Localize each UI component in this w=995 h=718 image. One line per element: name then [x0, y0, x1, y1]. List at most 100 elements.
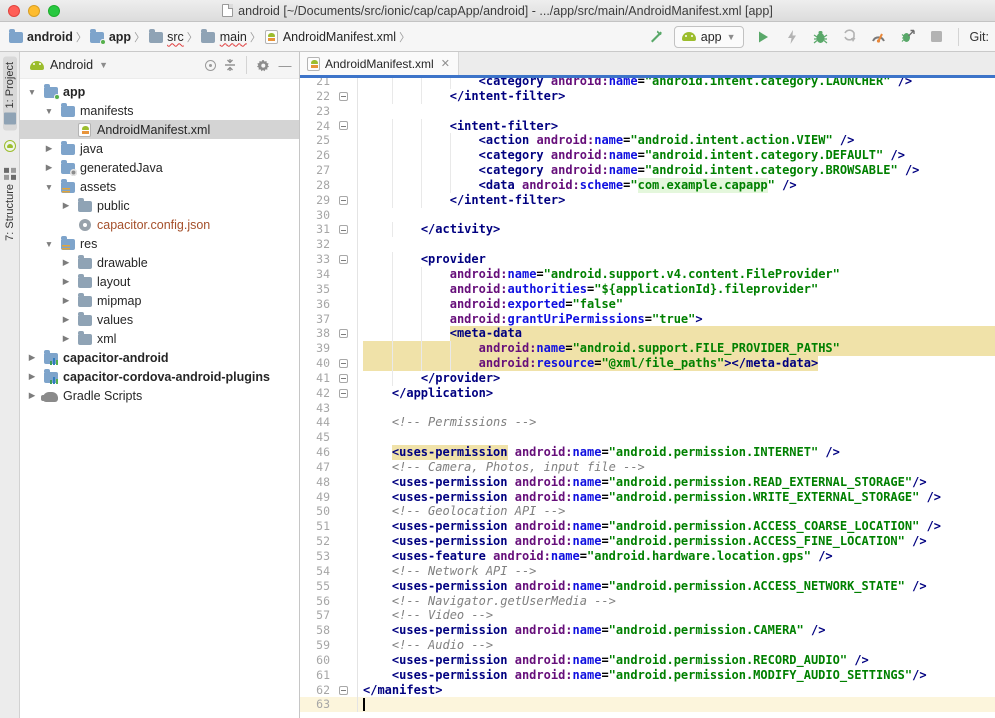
gutter[interactable]: 56 — [300, 594, 358, 609]
gutter[interactable]: 21 — [300, 78, 358, 89]
chevron-collapsed-icon[interactable]: ▶ — [60, 200, 72, 211]
code-line-26[interactable]: 26 <category android:name="android.inten… — [300, 148, 995, 163]
gutter[interactable]: 45 — [300, 430, 358, 445]
chevron-collapsed-icon[interactable]: ▶ — [26, 352, 38, 363]
code-line-38[interactable]: 38 <meta-data — [300, 326, 995, 341]
code-line-61[interactable]: 61 <uses-permission android:name="androi… — [300, 668, 995, 683]
gutter[interactable]: 30 — [300, 208, 358, 223]
project-view-selector[interactable]: Android — [50, 58, 93, 72]
code-line-55[interactable]: 55 <uses-permission android:name="androi… — [300, 579, 995, 594]
android-resource-tool-icon[interactable] — [4, 140, 16, 152]
gutter[interactable]: 22 — [300, 89, 358, 104]
tool-button-project[interactable]: 1: Project — [3, 56, 17, 130]
fold-marker-icon[interactable] — [339, 255, 348, 264]
code-line-22[interactable]: 22 </intent-filter> — [300, 89, 995, 104]
tree-item-capacitor-android[interactable]: ▶capacitor-android — [20, 348, 299, 367]
stop-button[interactable] — [927, 27, 947, 47]
breadcrumb-item-src[interactable]: src — [148, 30, 184, 44]
fold-marker-icon[interactable] — [339, 374, 348, 383]
gutter[interactable]: 48 — [300, 475, 358, 490]
code-line-46[interactable]: 46 <uses-permission android:name="androi… — [300, 445, 995, 460]
chevron-collapsed-icon[interactable]: ▶ — [60, 257, 72, 268]
code-editor[interactable]: 21 <category android:name="android.inten… — [300, 78, 995, 718]
gutter[interactable]: 55 — [300, 579, 358, 594]
tree-item-generatedjava[interactable]: ▶generatedJava — [20, 158, 299, 177]
gutter[interactable]: 62 — [300, 683, 358, 698]
fold-marker-icon[interactable] — [339, 196, 348, 205]
fold-marker-icon[interactable] — [339, 92, 348, 101]
chevron-collapsed-icon[interactable]: ▶ — [60, 276, 72, 287]
code-line-37[interactable]: 37 android:grantUriPermissions="true"> — [300, 312, 995, 327]
chevron-collapsed-icon[interactable]: ▶ — [43, 143, 55, 154]
gutter[interactable]: 59 — [300, 638, 358, 653]
code-line-44[interactable]: 44 <!-- Permissions --> — [300, 415, 995, 430]
code-line-30[interactable]: 30 — [300, 208, 995, 223]
code-line-32[interactable]: 32 — [300, 237, 995, 252]
code-line-35[interactable]: 35 android:authorities="${applicationId}… — [300, 282, 995, 297]
gutter[interactable]: 34 — [300, 267, 358, 282]
gutter[interactable]: 36 — [300, 297, 358, 312]
code-line-45[interactable]: 45 — [300, 430, 995, 445]
tree-item-public[interactable]: ▶public — [20, 196, 299, 215]
code-line-31[interactable]: 31 </activity> — [300, 222, 995, 237]
code-line-54[interactable]: 54 <!-- Network API --> — [300, 564, 995, 579]
gutter[interactable]: 23 — [300, 104, 358, 119]
fold-marker-icon[interactable] — [339, 389, 348, 398]
collapse-all-button[interactable] — [222, 57, 238, 73]
chevron-collapsed-icon[interactable]: ▶ — [26, 371, 38, 382]
gutter[interactable]: 38 — [300, 326, 358, 341]
gutter[interactable]: 46 — [300, 445, 358, 460]
tree-item-values[interactable]: ▶values — [20, 310, 299, 329]
profiler-button[interactable] — [869, 27, 889, 47]
code-line-63[interactable]: 63 — [300, 697, 995, 712]
tree-item-res[interactable]: ▼res — [20, 234, 299, 253]
code-line-41[interactable]: 41 </provider> — [300, 371, 995, 386]
chevron-expanded-icon[interactable]: ▼ — [43, 239, 55, 249]
code-line-58[interactable]: 58 <uses-permission android:name="androi… — [300, 623, 995, 638]
apply-changes-lightning-button[interactable] — [782, 27, 802, 47]
gutter[interactable]: 33 — [300, 252, 358, 267]
tree-item-drawable[interactable]: ▶drawable — [20, 253, 299, 272]
gutter[interactable]: 28 — [300, 178, 358, 193]
breadcrumb-item-main[interactable]: main — [201, 30, 247, 44]
tree-item-gradle-scripts[interactable]: ▶Gradle Scripts — [20, 386, 299, 405]
code-line-52[interactable]: 52 <uses-permission android:name="androi… — [300, 534, 995, 549]
minimize-window-button[interactable] — [28, 5, 40, 17]
apply-code-changes-button[interactable] — [898, 27, 918, 47]
run-configuration-dropdown[interactable]: app ▼ — [674, 26, 744, 48]
code-line-42[interactable]: 42 </application> — [300, 386, 995, 401]
code-line-51[interactable]: 51 <uses-permission android:name="androi… — [300, 519, 995, 534]
breadcrumb-item-androidmanifest-xml[interactable]: AndroidManifest.xml — [264, 30, 396, 44]
gutter[interactable]: 41 — [300, 371, 358, 386]
gutter[interactable]: 26 — [300, 148, 358, 163]
code-line-57[interactable]: 57 <!-- Video --> — [300, 608, 995, 623]
close-icon[interactable]: ✕ — [441, 57, 450, 70]
code-line-23[interactable]: 23 — [300, 104, 995, 119]
gutter[interactable]: 31 — [300, 222, 358, 237]
chevron-collapsed-icon[interactable]: ▶ — [60, 333, 72, 344]
chevron-expanded-icon[interactable]: ▼ — [26, 87, 38, 97]
chevron-expanded-icon[interactable]: ▼ — [43, 106, 55, 116]
debug-button[interactable] — [811, 27, 831, 47]
gutter[interactable]: 42 — [300, 386, 358, 401]
code-line-25[interactable]: 25 <action android:name="android.intent.… — [300, 133, 995, 148]
code-line-33[interactable]: 33 <provider — [300, 252, 995, 267]
gutter[interactable]: 57 — [300, 608, 358, 623]
code-line-50[interactable]: 50 <!-- Geolocation API --> — [300, 504, 995, 519]
code-line-36[interactable]: 36 android:exported="false" — [300, 297, 995, 312]
fold-marker-icon[interactable] — [339, 329, 348, 338]
locate-file-button[interactable] — [205, 60, 216, 71]
gutter[interactable]: 52 — [300, 534, 358, 549]
tree-item-layout[interactable]: ▶layout — [20, 272, 299, 291]
code-line-49[interactable]: 49 <uses-permission android:name="androi… — [300, 490, 995, 505]
gutter[interactable]: 51 — [300, 519, 358, 534]
gutter[interactable]: 32 — [300, 237, 358, 252]
chevron-collapsed-icon[interactable]: ▶ — [60, 314, 72, 325]
editor-tab-androidmanifest[interactable]: AndroidManifest.xml ✕ — [300, 52, 459, 75]
chevron-collapsed-icon[interactable]: ▶ — [43, 162, 55, 173]
tool-button-structure[interactable]: 7: Structure — [3, 162, 17, 247]
gutter[interactable]: 53 — [300, 549, 358, 564]
code-line-27[interactable]: 27 <category android:name="android.inten… — [300, 163, 995, 178]
code-line-62[interactable]: 62</manifest> — [300, 683, 995, 698]
code-line-59[interactable]: 59 <!-- Audio --> — [300, 638, 995, 653]
